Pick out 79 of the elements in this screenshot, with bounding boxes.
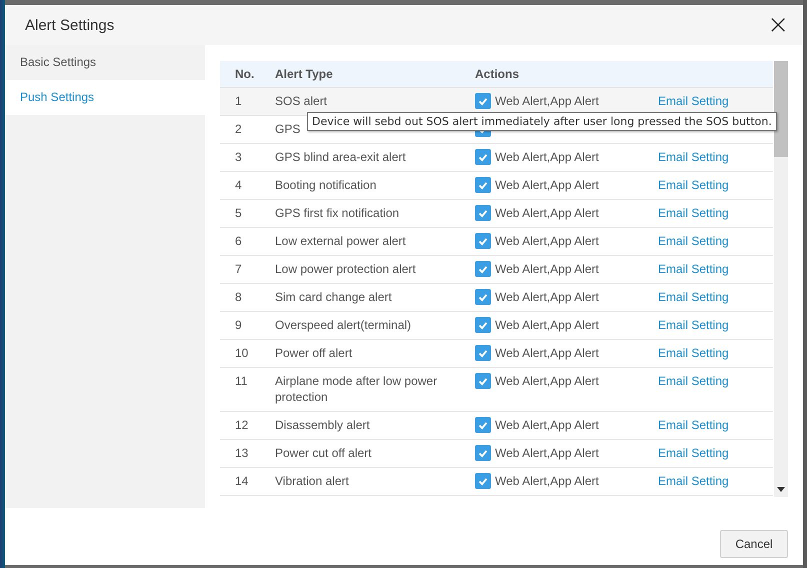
email-setting-link[interactable]: Email Setting <box>658 290 729 304</box>
scrollbar-thumb[interactable] <box>774 61 788 157</box>
table-cell: Booting notification <box>275 178 376 192</box>
table-cell: GPS first fix notification <box>275 206 400 220</box>
email-setting-link[interactable]: Email Setting <box>658 418 729 432</box>
checkbox[interactable] <box>475 317 491 333</box>
table-cell-text: 12 <box>234 417 250 433</box>
checkbox[interactable] <box>475 473 491 489</box>
sidebar-item[interactable]: Push Settings <box>5 80 205 115</box>
table-cell: Airplane mode after low power protection <box>275 374 438 404</box>
table-cell: Web Alert,App Alert <box>495 261 599 277</box>
table-cell-text: 8 <box>234 289 243 305</box>
email-setting-link[interactable]: Email Setting <box>658 446 729 460</box>
table-cell: Web Alert,App Alert <box>495 417 599 433</box>
table-cell: SOS alert <box>275 94 328 108</box>
table-cell: Web Alert,App Alert <box>495 149 599 165</box>
column-header: Actions <box>475 67 520 81</box>
table-cell: Web Alert,App Alert <box>495 445 599 461</box>
table-cell: Low external power alert <box>275 234 406 248</box>
table-cell: GPS blind area-exit alert <box>275 150 406 164</box>
scrollbar[interactable] <box>774 61 788 497</box>
checkbox[interactable] <box>475 261 491 277</box>
close-button[interactable]: × <box>767 14 789 36</box>
email-setting-link[interactable]: Email Setting <box>658 318 729 332</box>
table-cell: Web Alert,App Alert <box>495 473 599 489</box>
checkbox[interactable] <box>475 149 491 165</box>
column-header: No. <box>234 67 256 81</box>
checkbox[interactable] <box>475 205 491 221</box>
table-cell-text: 5 <box>234 205 243 221</box>
table-cell: Web Alert,App Alert <box>495 373 599 389</box>
tooltip: Device will sebd out SOS alert immediately after user long pressed the SOS button. <box>307 112 777 131</box>
email-setting-link[interactable]: Email Setting <box>658 178 729 192</box>
dialog-title: Alert Settings <box>25 16 114 34</box>
email-setting-link[interactable]: Email Setting <box>658 262 729 276</box>
table-cell: Web Alert,App Alert <box>495 205 599 221</box>
table-cell: GPS <box>275 122 300 136</box>
table-cell-text: 11 <box>234 373 248 389</box>
table-cell-text: 2 <box>234 121 243 137</box>
table-cell: Disassembly alert <box>275 418 370 432</box>
table-cell: Web Alert,App Alert <box>495 345 599 361</box>
table-cell-text: 1 <box>234 93 243 109</box>
table-cell: Web Alert,App Alert <box>495 317 599 333</box>
checkbox[interactable] <box>475 233 491 249</box>
table-cell: Low power protection alert <box>275 262 416 276</box>
email-setting-link[interactable]: Email Setting <box>658 474 729 488</box>
checkbox[interactable] <box>475 345 491 361</box>
email-setting-link[interactable]: Email Setting <box>658 206 729 220</box>
scroll-down-icon[interactable] <box>777 487 785 492</box>
checkbox[interactable] <box>475 373 491 389</box>
sidebar-item[interactable]: Basic Settings <box>5 45 205 80</box>
table-cell: Web Alert,App Alert <box>495 177 599 193</box>
checkbox[interactable] <box>475 177 491 193</box>
table-cell: Overspeed alert(terminal) <box>275 318 412 332</box>
email-setting-link[interactable]: Email Setting <box>658 94 729 108</box>
table-cell-text: 3 <box>234 149 243 165</box>
table-cell-text: 6 <box>234 233 243 249</box>
table-cell: Power cut off alert <box>275 446 372 460</box>
table-cell: Web Alert,App Alert <box>495 233 599 249</box>
table-cell: Web Alert,App Alert <box>495 93 599 109</box>
email-setting-link[interactable]: Email Setting <box>658 346 729 360</box>
table-cell: Power off alert <box>275 346 352 360</box>
table-cell: Vibration alert <box>275 474 349 488</box>
table-cell-text: 9 <box>234 317 243 333</box>
checkbox[interactable] <box>475 289 491 305</box>
checkbox[interactable] <box>475 417 491 433</box>
table-cell-text: 13 <box>234 445 250 461</box>
email-setting-link[interactable]: Email Setting <box>658 150 729 164</box>
checkbox[interactable] <box>475 445 491 461</box>
table-cell-text: 4 <box>234 177 243 193</box>
cancel-button[interactable]: Cancel <box>720 530 788 558</box>
table-cell-text: 7 <box>234 261 243 277</box>
email-setting-link[interactable]: Email Setting <box>658 374 729 388</box>
email-setting-link[interactable]: Email Setting <box>658 234 729 248</box>
table-cell-text: 14 <box>234 473 250 489</box>
checkbox[interactable] <box>475 93 491 109</box>
table-cell-text: 10 <box>234 345 250 361</box>
column-header: Alert Type <box>275 67 334 81</box>
table-cell: Web Alert,App Alert <box>495 289 599 305</box>
table-cell: Sim card change alert <box>275 290 392 304</box>
